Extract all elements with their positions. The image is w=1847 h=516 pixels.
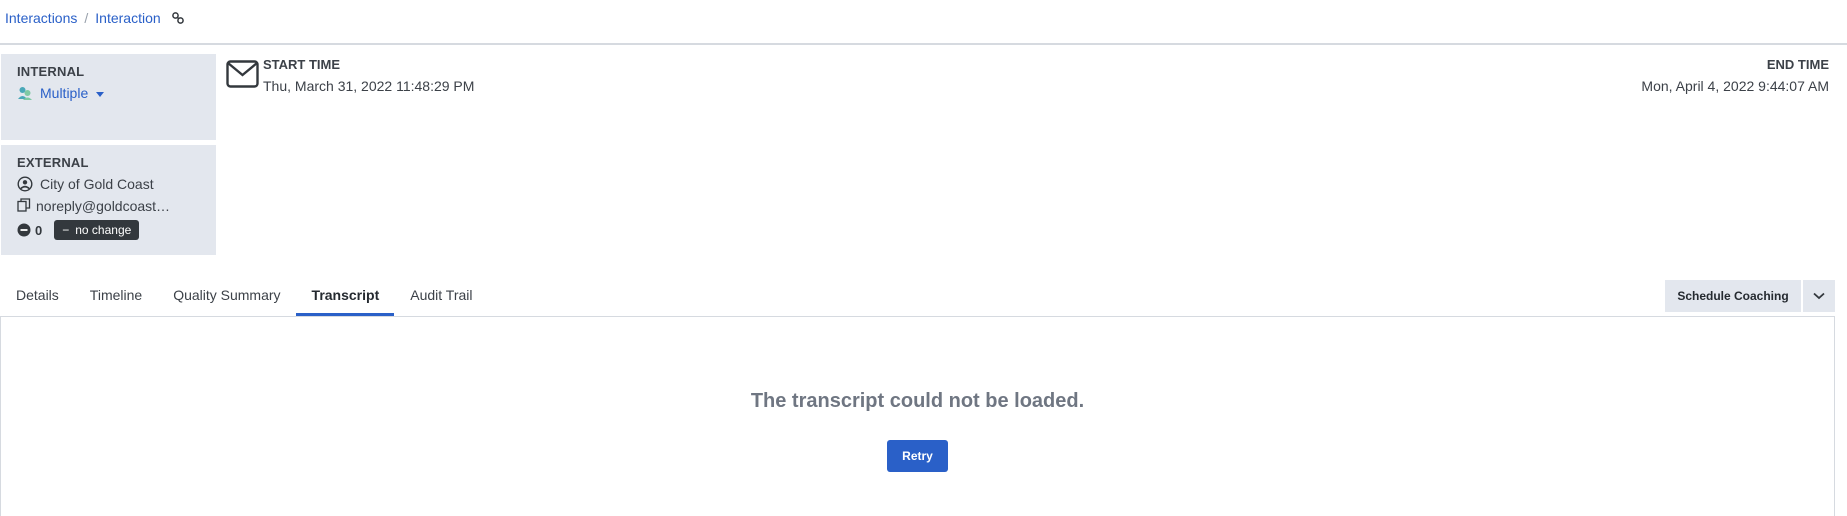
schedule-coaching-button[interactable]: Schedule Coaching [1665,280,1801,312]
transcript-panel [0,316,1835,516]
internal-title: INTERNAL [17,64,85,79]
internal-participants-dropdown[interactable]: Multiple [17,85,216,101]
start-time-label: START TIME [263,57,341,72]
tab-transcript[interactable]: Transcript [295,278,395,316]
sentiment-badge-label: no change [75,223,132,237]
external-email-row: noreply@goldcoast… [17,198,216,214]
sentiment-badge: − no change [54,220,140,240]
breadcrumb-separator: / [84,10,89,26]
person-circle-icon [17,176,33,192]
chevron-down-icon [1813,292,1825,300]
tab-quality-summary[interactable]: Quality Summary [157,278,295,316]
external-title: EXTERNAL [17,155,89,170]
envelope-icon [226,60,259,88]
minus-circle-icon [17,223,31,237]
tab-details[interactable]: Details [0,278,74,316]
multiple-participants-link[interactable]: Multiple [40,85,88,101]
breadcrumb-interactions-link[interactable]: Interactions [5,10,77,26]
copy-icon[interactable] [17,198,33,214]
external-name: City of Gold Coast [40,176,154,192]
breadcrumb-interaction-link[interactable]: Interaction [95,10,160,26]
header-divider [0,43,1847,45]
external-name-row: City of Gold Coast [17,176,216,192]
dash-icon: − [62,223,70,237]
sentiment-count: 0 [35,222,43,238]
start-time-value: Thu, March 31, 2022 11:48:29 PM [263,78,475,94]
external-participant-panel: EXTERNAL City of Gold Coast noreply@gold… [1,145,216,255]
schedule-coaching-dropdown[interactable] [1803,280,1835,312]
interaction-tabs: Details Timeline Quality Summary Transcr… [0,278,488,316]
transcript-error-message: The transcript could not be loaded. [750,390,1085,412]
end-time-value: Mon, April 4, 2022 9:44:07 AM [1641,78,1829,94]
users-group-icon [17,85,33,101]
breadcrumb: Interactions / Interaction [5,8,185,28]
retry-button[interactable]: Retry [887,440,948,472]
end-time-label: END TIME [1766,57,1829,72]
link-icon[interactable] [171,11,185,25]
external-email: noreply@goldcoast… [36,198,171,214]
caret-down-icon[interactable] [96,92,105,97]
sentiment-row: 0 − no change [17,220,216,240]
tab-audit-trail[interactable]: Audit Trail [394,278,487,316]
internal-participants-panel: INTERNAL Multiple [1,54,216,140]
tab-timeline[interactable]: Timeline [74,278,157,316]
